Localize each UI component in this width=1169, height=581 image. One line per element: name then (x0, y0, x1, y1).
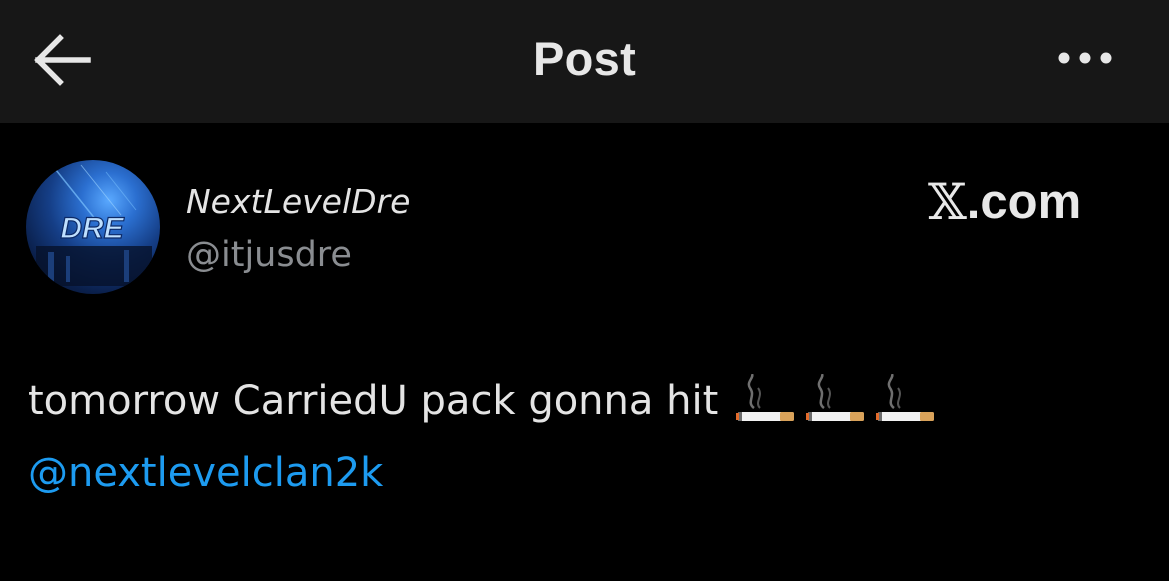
brand-watermark: 𝕏 .com (928, 170, 1118, 234)
more-options-button[interactable] (1052, 38, 1118, 78)
avatar-image: DRE (36, 164, 152, 286)
post-body: tomorrow CarriedU pack gonna hit (28, 374, 938, 428)
author-handle[interactable]: @itjusdre (186, 232, 352, 278)
avatar-logo-text: DRE (60, 212, 124, 245)
avatar[interactable]: DRE (26, 160, 160, 294)
smoking-icon (806, 374, 865, 421)
mention-link[interactable]: @nextlevelclan2k (28, 446, 383, 500)
top-bar: Post (0, 0, 1169, 123)
more-horizontal-icon (1058, 52, 1112, 64)
author-display-name[interactable]: NextLevelDre (186, 180, 410, 224)
back-button[interactable] (30, 34, 92, 86)
emoji-row (734, 374, 938, 428)
page-title: Post (532, 32, 637, 85)
brand-domain: .com (966, 175, 1082, 229)
smoking-icon (876, 374, 935, 421)
arrow-left-icon (34, 34, 91, 86)
post-text: tomorrow CarriedU pack gonna hit (28, 378, 719, 424)
smoking-icon (736, 374, 795, 421)
x-logo-icon: 𝕏 (928, 173, 967, 231)
